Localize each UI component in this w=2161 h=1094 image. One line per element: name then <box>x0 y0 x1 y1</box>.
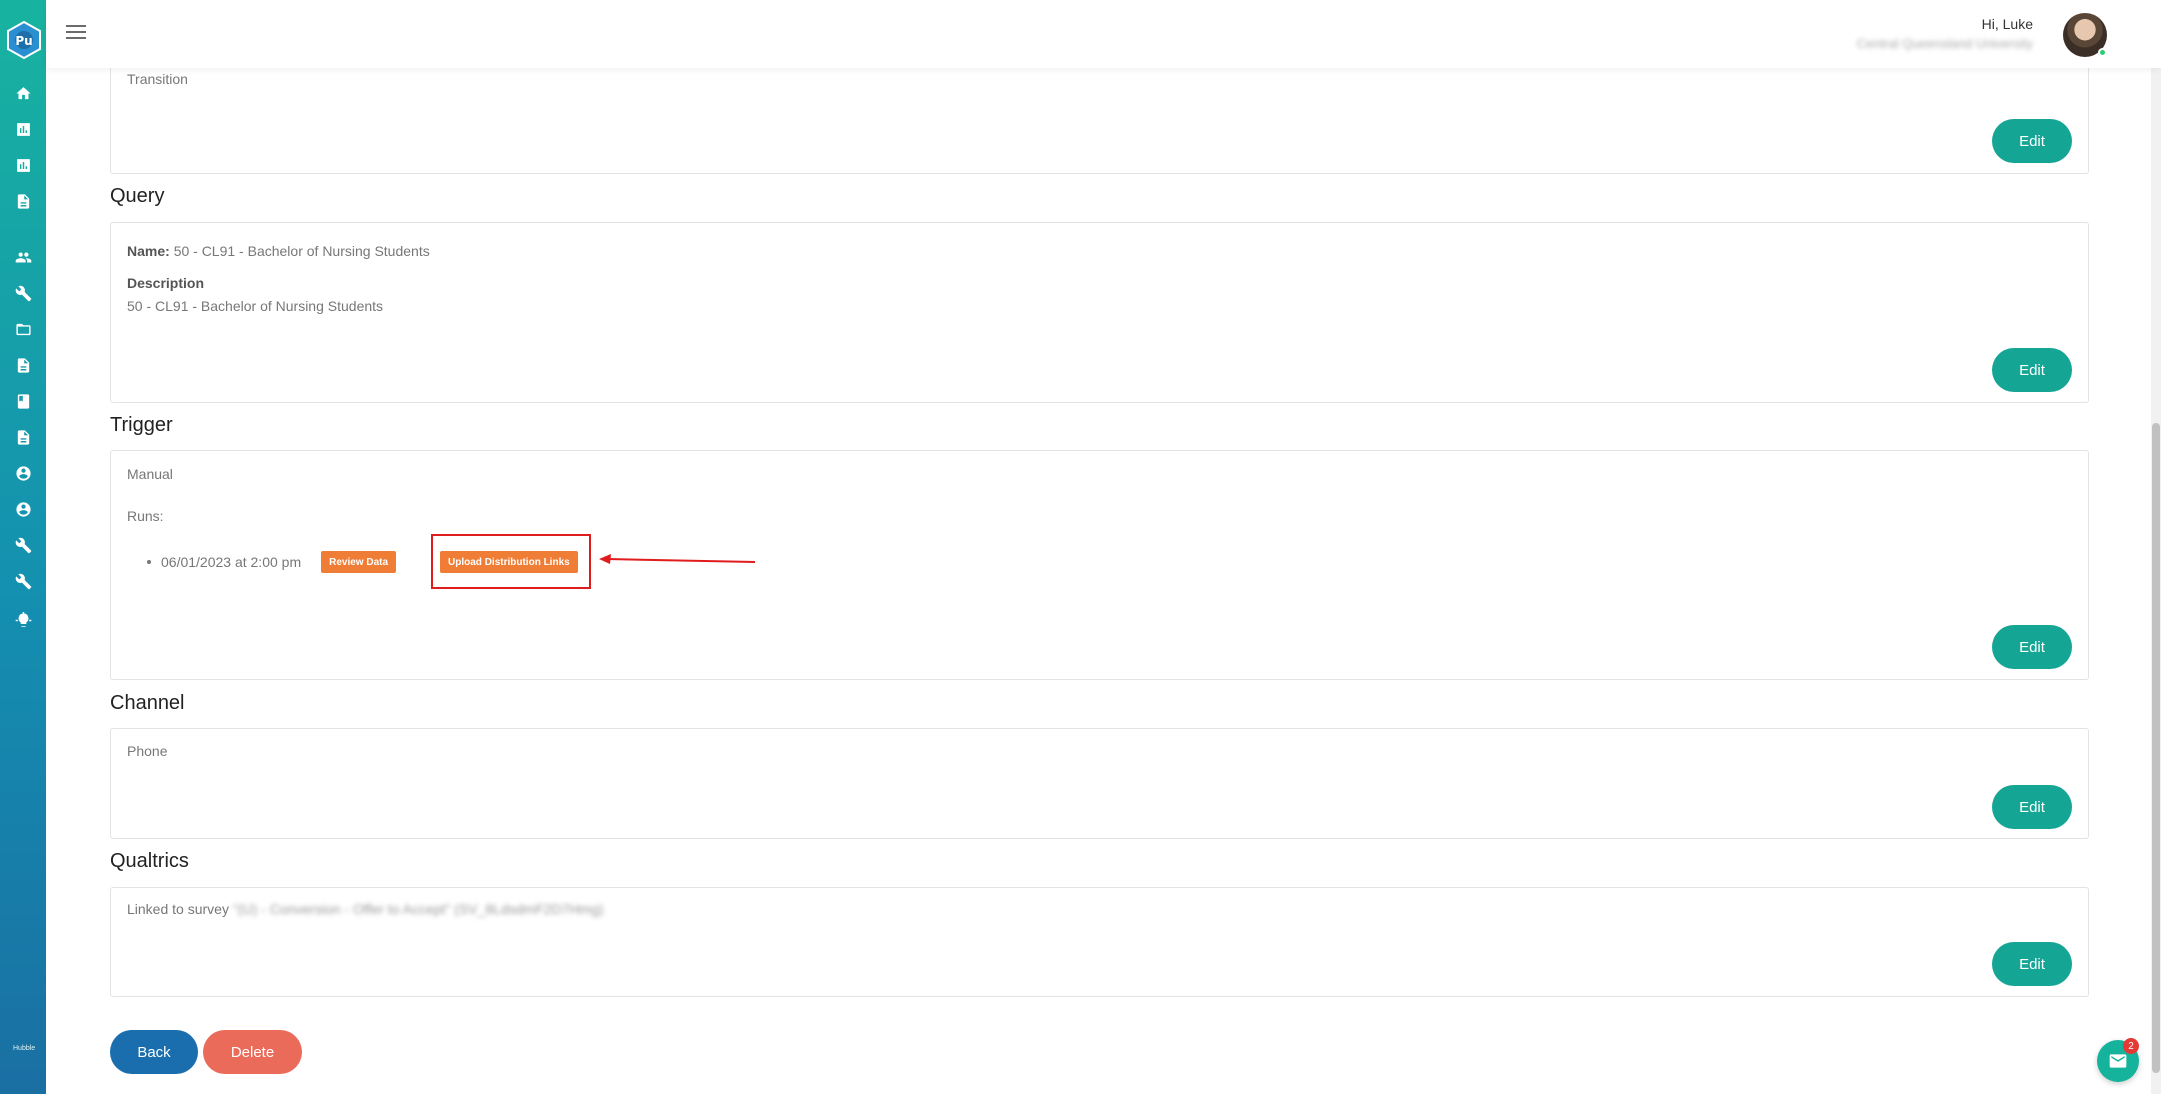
channel-section-title: Channel <box>110 692 185 714</box>
folder-icon[interactable] <box>13 319 33 339</box>
query-name-value: 50 - CL91 - Bachelor of Nursing Students <box>173 243 430 259</box>
back-button[interactable]: Back <box>110 1030 198 1074</box>
book-icon[interactable] <box>13 391 33 411</box>
query-name-label: Name: <box>127 243 170 259</box>
run-datetime: 06/01/2023 at 2:00 pm <box>161 554 302 570</box>
sidebar-footer-logo: Hubble <box>13 1045 36 1052</box>
bar-chart-icon[interactable] <box>13 119 33 139</box>
online-status-indicator <box>2098 48 2107 57</box>
app-logo[interactable]: Pu <box>4 20 44 60</box>
sidebar: Pu Hubble <box>0 0 46 1094</box>
highlight-annotation-box <box>431 534 591 589</box>
query-description-value: 50 - CL91 - Bachelor of Nursing Students <box>127 298 384 314</box>
mail-icon <box>2109 1054 2127 1068</box>
transition-edit-button[interactable]: Edit <box>1992 119 2072 163</box>
top-header: Hi, Luke Central Queensland University <box>46 0 2161 68</box>
trigger-section-title: Trigger <box>110 414 173 436</box>
qualtrics-edit-button[interactable]: Edit <box>1992 942 2072 986</box>
qualtrics-link-line: Linked to survey "(U) - Conversion - Off… <box>127 901 604 917</box>
account-circle-icon[interactable] <box>13 463 33 483</box>
greeting-text: Hi, Luke <box>1981 16 2033 32</box>
account-circle-icon[interactable] <box>13 499 33 519</box>
query-edit-button[interactable]: Edit <box>1992 348 2072 392</box>
trigger-card: Manual Runs: 06/01/2023 at 2:00 pm Revie… <box>110 450 2089 680</box>
annotation-arrow-icon <box>599 554 756 564</box>
scrollbar-thumb[interactable] <box>2152 423 2160 1073</box>
svg-text:Pu: Pu <box>15 34 32 48</box>
home-icon[interactable] <box>13 83 33 103</box>
qualtrics-card: Linked to survey "(U) - Conversion - Off… <box>110 887 2089 997</box>
trigger-mode: Manual <box>127 466 173 482</box>
review-data-button[interactable]: Review Data <box>321 551 397 573</box>
qualtrics-section-title: Qualtrics <box>110 850 189 872</box>
channel-value: Phone <box>127 743 168 759</box>
runs-label: Runs: <box>127 508 164 524</box>
lightbulb-icon[interactable] <box>13 610 33 630</box>
list-bullet <box>147 560 151 564</box>
hamburger-menu-icon[interactable] <box>66 25 86 41</box>
query-card: Name: 50 - CL91 - Bachelor of Nursing St… <box>110 222 2089 403</box>
document-icon[interactable] <box>13 427 33 447</box>
people-icon[interactable] <box>13 247 33 267</box>
page-scrollbar[interactable] <box>2151 68 2161 1094</box>
organization-name: Central Queensland University <box>1856 36 2033 51</box>
transition-text: Transition <box>127 71 188 87</box>
query-description-label: Description <box>127 275 205 291</box>
user-greeting: Hi, Luke Central Queensland University <box>1857 16 2033 51</box>
trigger-edit-button[interactable]: Edit <box>1992 625 2072 669</box>
query-section-title: Query <box>110 185 165 207</box>
delete-button[interactable]: Delete <box>203 1030 302 1074</box>
chat-notification-badge: 2 <box>2123 1038 2139 1054</box>
channel-card: Phone Edit <box>110 728 2089 839</box>
bar-chart-icon[interactable] <box>13 155 33 175</box>
qualtrics-linked-prefix: Linked to survey <box>127 901 229 917</box>
wrench-icon[interactable] <box>13 571 33 591</box>
channel-edit-button[interactable]: Edit <box>1992 785 2072 829</box>
query-name-line: Name: 50 - CL91 - Bachelor of Nursing St… <box>127 243 430 259</box>
qualtrics-survey-name[interactable]: "(U) - Conversion - Offer to Accept" (SV… <box>233 901 604 917</box>
document-icon[interactable] <box>13 355 33 375</box>
wrench-icon[interactable] <box>13 535 33 555</box>
document-icon[interactable] <box>13 191 33 211</box>
wrench-icon[interactable] <box>13 283 33 303</box>
